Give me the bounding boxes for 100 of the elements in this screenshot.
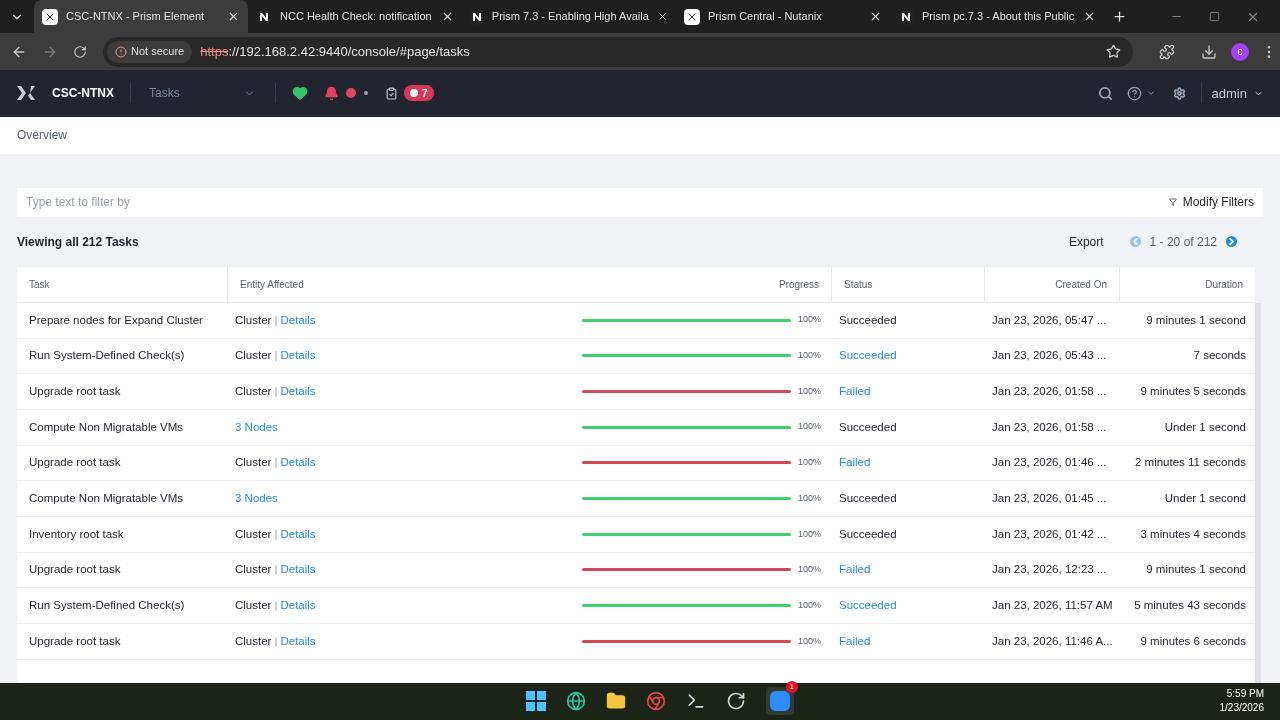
tasks-icon[interactable] <box>385 86 398 100</box>
browser-tab[interactable]: CSC-NTNX - Prism Element <box>34 0 248 33</box>
duration-cell-text: 3 minutes 4 seconds <box>1139 526 1247 542</box>
settings-icon[interactable] <box>1172 86 1186 100</box>
details-link[interactable]: Details <box>280 561 316 579</box>
created-on-cell-text: Jan 23, 2026, 05:43 ... <box>991 348 1108 364</box>
task-name-cell-text: Upgrade root task <box>28 455 122 471</box>
browser-tab[interactable]: NCC Health Check: notification <box>248 0 462 33</box>
task-count-summary: Viewing all 212 Tasks <box>17 233 139 251</box>
status-link[interactable]: Failed <box>839 456 871 469</box>
column-header[interactable]: Task <box>17 266 227 302</box>
x-logo-icon[interactable] <box>16 85 36 102</box>
status-text: Succeeded <box>839 491 897 504</box>
entity-text: Cluster <box>235 633 272 649</box>
task-name-cell-text: Prepare nodes for Expand Cluster <box>28 312 204 328</box>
column-header[interactable]: Duration <box>1119 266 1255 302</box>
details-link[interactable]: Details <box>280 347 316 365</box>
column-header[interactable]: Created On <box>984 266 1119 302</box>
status-link[interactable]: Succeeded <box>839 349 897 362</box>
separator: | <box>274 526 278 542</box>
details-link[interactable]: Details <box>280 525 316 543</box>
separator: | <box>274 455 278 471</box>
new-tab-icon[interactable] <box>1112 9 1127 24</box>
close-icon[interactable] <box>227 10 240 23</box>
help-icon[interactable] <box>1126 85 1142 101</box>
filter-input-field[interactable]: Type text to filter by <box>17 187 1165 217</box>
status-link[interactable]: Failed <box>839 563 871 576</box>
browser-tab[interactable]: Prism Central - Nutanix <box>676 0 890 33</box>
security-chip[interactable]: Not secure <box>107 40 193 63</box>
reload-icon[interactable] <box>73 44 87 59</box>
separator: | <box>274 312 278 328</box>
task-name-cell-text: Run System-Defined Check(s) <box>28 348 186 364</box>
task-count-badge[interactable]: 7 <box>404 85 434 102</box>
progress-percent: 100% <box>797 527 821 541</box>
nodes-link[interactable]: 3 Nodes <box>235 418 278 436</box>
created-on-cell-text: Jan 23, 2026, 11:46 A... <box>991 633 1114 649</box>
filter-icon <box>1168 198 1177 207</box>
column-header[interactable]: Progress <box>569 266 831 302</box>
scrollbar[interactable] <box>1255 302 1261 683</box>
details-link[interactable]: Details <box>280 597 316 615</box>
task-name-cell-text: Run System-Defined Check(s) <box>28 598 186 614</box>
details-link[interactable]: Details <box>280 454 316 472</box>
created-on-cell-text: Jan 23, 2026, 01:45 ... <box>991 490 1108 506</box>
task-name-cell-text: Upgrade root task <box>28 633 122 649</box>
status-link[interactable]: Failed <box>839 384 871 397</box>
notification-badge: 1 <box>785 681 798 694</box>
created-on-cell-text: Jan 23, 2026, 12:23 ... <box>991 562 1108 578</box>
progress-percent: 100% <box>797 420 821 434</box>
separator: | <box>274 598 278 614</box>
details-link[interactable]: Details <box>280 311 316 329</box>
export-button[interactable]: Export <box>1068 232 1104 251</box>
nodes-link[interactable]: 3 Nodes <box>235 489 278 508</box>
created-on-cell-text: Jan 23, 2026, 01:58 ... <box>991 419 1108 435</box>
address-bar[interactable]: Not secure https://192.168.2.42:9440/console/#page/tasks <box>103 36 1133 67</box>
progress-percent: 100% <box>797 384 821 398</box>
column-header[interactable]: Status <box>831 266 984 302</box>
entity-text: Cluster <box>235 348 272 364</box>
warning-icon <box>115 45 127 58</box>
breadcrumb-link[interactable]: Overview <box>17 126 67 145</box>
created-on-cell-text: Jan 23, 2026, 01:58 ... <box>991 383 1108 399</box>
maximize-icon[interactable] <box>1209 11 1220 22</box>
entity-text: Cluster <box>235 455 272 471</box>
duration-cell-text: 5 minutes 43 seconds <box>1133 598 1247 614</box>
download-icon[interactable] <box>1201 43 1217 60</box>
details-link[interactable]: Details <box>280 632 316 650</box>
close-icon[interactable] <box>869 10 882 23</box>
modify-filters-button[interactable]: Modify Filters <box>1164 187 1263 217</box>
progress-percent: 100% <box>797 491 821 505</box>
user-menu[interactable]: admin <box>1211 83 1264 104</box>
progress-percent: 100% <box>797 349 821 363</box>
column-header[interactable]: Entity Affected <box>227 266 569 302</box>
bookmark-star-icon[interactable] <box>1106 44 1121 60</box>
close-icon[interactable] <box>441 10 454 23</box>
start-icon[interactable] <box>525 691 546 712</box>
health-heart-icon[interactable] <box>292 85 308 102</box>
status-link[interactable]: Failed <box>839 634 871 647</box>
file-explorer-icon[interactable] <box>605 691 626 712</box>
close-icon[interactable] <box>656 10 668 23</box>
page-dropdown[interactable]: Tasks <box>149 84 255 103</box>
duration-cell-text: 7 seconds <box>1192 348 1247 364</box>
chrome-icon[interactable] <box>645 691 666 712</box>
search-icon[interactable] <box>1097 85 1113 101</box>
details-link[interactable]: Details <box>280 382 316 401</box>
profile-avatar[interactable]: c <box>1231 42 1249 61</box>
extensions-icon[interactable] <box>1159 43 1175 60</box>
separator: | <box>274 562 278 578</box>
duration-cell-text: Under 1 second <box>1163 490 1247 506</box>
entity-text: Cluster <box>235 598 272 614</box>
tab-title: CSC-NTNX - Prism Element <box>66 9 206 25</box>
entity-text: Cluster <box>235 562 272 578</box>
cluster-name: CSC-NTNX <box>52 85 114 103</box>
browser-tab[interactable]: Prism pc.7.3 - About this Public <box>890 0 1104 33</box>
browser-tab[interactable]: Prism 7.3 - Enabling High Availa <box>462 0 676 33</box>
entity-text: Cluster <box>235 383 272 399</box>
alert-bell-icon[interactable] <box>324 85 339 101</box>
duration-cell-text: 2 minutes 11 seconds <box>1133 455 1247 471</box>
status-link[interactable]: Succeeded <box>839 599 897 612</box>
close-icon[interactable] <box>1083 10 1096 23</box>
next-page-icon[interactable] <box>1226 236 1237 248</box>
created-on-cell-text: Jan 23, 2026, 01:46 ... <box>991 455 1108 471</box>
